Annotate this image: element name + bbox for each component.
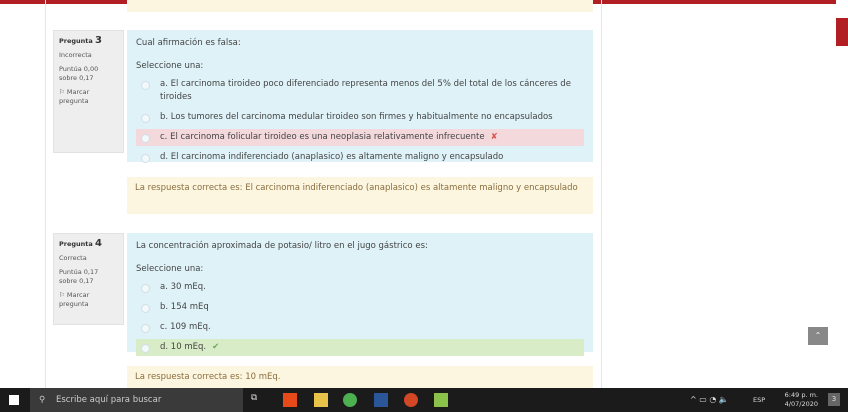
time: 6:49 p. m. (784, 391, 818, 399)
question-score: Puntúa 0,17 sobre 0,17 (59, 268, 99, 285)
app-icon[interactable] (434, 393, 448, 407)
option-label: b. Los tumores del carcinoma medular tir… (160, 112, 553, 122)
question-4-feedback: La respuesta correcta es: 10 mEq. (127, 366, 593, 388)
option-c[interactable]: c. El carcinoma folicular tiroideo es un… (136, 129, 584, 146)
task-view-icon[interactable]: ⧉ (251, 393, 265, 407)
option-label: d. El carcinoma indiferenciado (anaplasi… (160, 152, 504, 162)
option-label: d. 10 mEq. (160, 342, 207, 352)
radio-selected[interactable] (141, 134, 150, 143)
flag-icon: ⚐ (59, 88, 67, 96)
radio[interactable] (141, 154, 150, 163)
option-b[interactable]: b. Los tumores del carcinoma medular tir… (136, 109, 584, 126)
option-label: a. El carcinoma tiroideo poco diferencia… (160, 79, 571, 102)
select-prompt: Seleccione una: (136, 61, 204, 71)
option-label: c. 109 mEq. (160, 322, 211, 332)
taskbar: ⚲ Escribe aquí para buscar ⧉ ^ ▭ ◔ 🔈 ESP … (0, 388, 848, 412)
option-a[interactable]: a. 30 mEq. (136, 279, 584, 296)
notification-icon[interactable]: 3 (828, 393, 840, 406)
question-text: Cual afirmación es falsa: (136, 38, 241, 48)
question-3-feedback: La respuesta correcta es: El carcinoma i… (127, 177, 593, 214)
chrome-icon[interactable] (343, 393, 357, 407)
question-text: La concentración aproximada de potasio/ … (136, 241, 428, 251)
select-prompt: Seleccione una: (136, 264, 204, 274)
question-label: Pregunta (59, 37, 93, 45)
question-3-content: Cual afirmación es falsa: Seleccione una… (127, 30, 593, 163)
radio[interactable] (141, 81, 150, 90)
option-c[interactable]: c. 109 mEq. (136, 319, 584, 336)
clock[interactable]: 6:49 p. m. 4/07/2020 (785, 391, 818, 409)
flag-question-link[interactable]: ⚐ Marcar pregunta (59, 88, 118, 106)
windows-start-icon[interactable] (9, 395, 19, 405)
correct-icon: ✔ (212, 342, 220, 352)
language-indicator[interactable]: ESP (753, 396, 765, 404)
question-score: Puntúa 0,00 sobre 0,17 (59, 65, 99, 82)
question-4-content: La concentración aproximada de potasio/ … (127, 233, 593, 356)
taskbar-search[interactable]: ⚲ Escribe aquí para buscar (30, 388, 243, 412)
radio[interactable] (141, 284, 150, 293)
question-label: Pregunta (59, 240, 93, 248)
radio[interactable] (141, 114, 150, 123)
file-explorer-icon[interactable] (314, 393, 328, 407)
flag-icon: ⚐ (59, 291, 67, 299)
office-icon[interactable] (283, 393, 297, 407)
option-label: a. 30 mEq. (160, 282, 206, 292)
powerpoint-icon[interactable] (404, 393, 418, 407)
word-icon[interactable] (374, 393, 388, 407)
option-label: c. El carcinoma folicular tiroideo es un… (160, 132, 485, 142)
radio[interactable] (141, 304, 150, 313)
question-state: Incorrecta (59, 51, 92, 59)
previous-feedback (127, 0, 593, 12)
search-icon: ⚲ (39, 395, 46, 405)
option-d[interactable]: d. El carcinoma indiferenciado (anaplasi… (136, 149, 584, 166)
question-number: 3 (95, 35, 103, 46)
option-d[interactable]: d. 10 mEq. ✔ (136, 339, 584, 356)
question-state: Correcta (59, 254, 87, 262)
option-b[interactable]: b. 154 mEq (136, 299, 584, 316)
radio-selected[interactable] (141, 344, 150, 353)
incorrect-icon: ✘ (490, 132, 498, 142)
option-a[interactable]: a. El carcinoma tiroideo poco diferencia… (136, 76, 584, 106)
search-placeholder: Escribe aquí para buscar (56, 395, 162, 405)
question-4-info: Pregunta 4 Correcta Puntúa 0,17 sobre 0,… (53, 233, 124, 325)
question-number: 4 (95, 238, 103, 249)
tray-icons[interactable]: ^ ▭ ◔ 🔈 (690, 395, 729, 404)
option-label: b. 154 mEq (160, 302, 209, 312)
side-tab[interactable] (836, 18, 848, 46)
radio[interactable] (141, 324, 150, 333)
question-3-info: Pregunta 3 Incorrecta Puntúa 0,00 sobre … (53, 30, 124, 153)
scroll-to-top-button[interactable]: ⌃ (808, 327, 828, 345)
date: 4/07/2020 (784, 400, 818, 408)
flag-question-link[interactable]: ⚐ Marcar pregunta (59, 291, 118, 309)
